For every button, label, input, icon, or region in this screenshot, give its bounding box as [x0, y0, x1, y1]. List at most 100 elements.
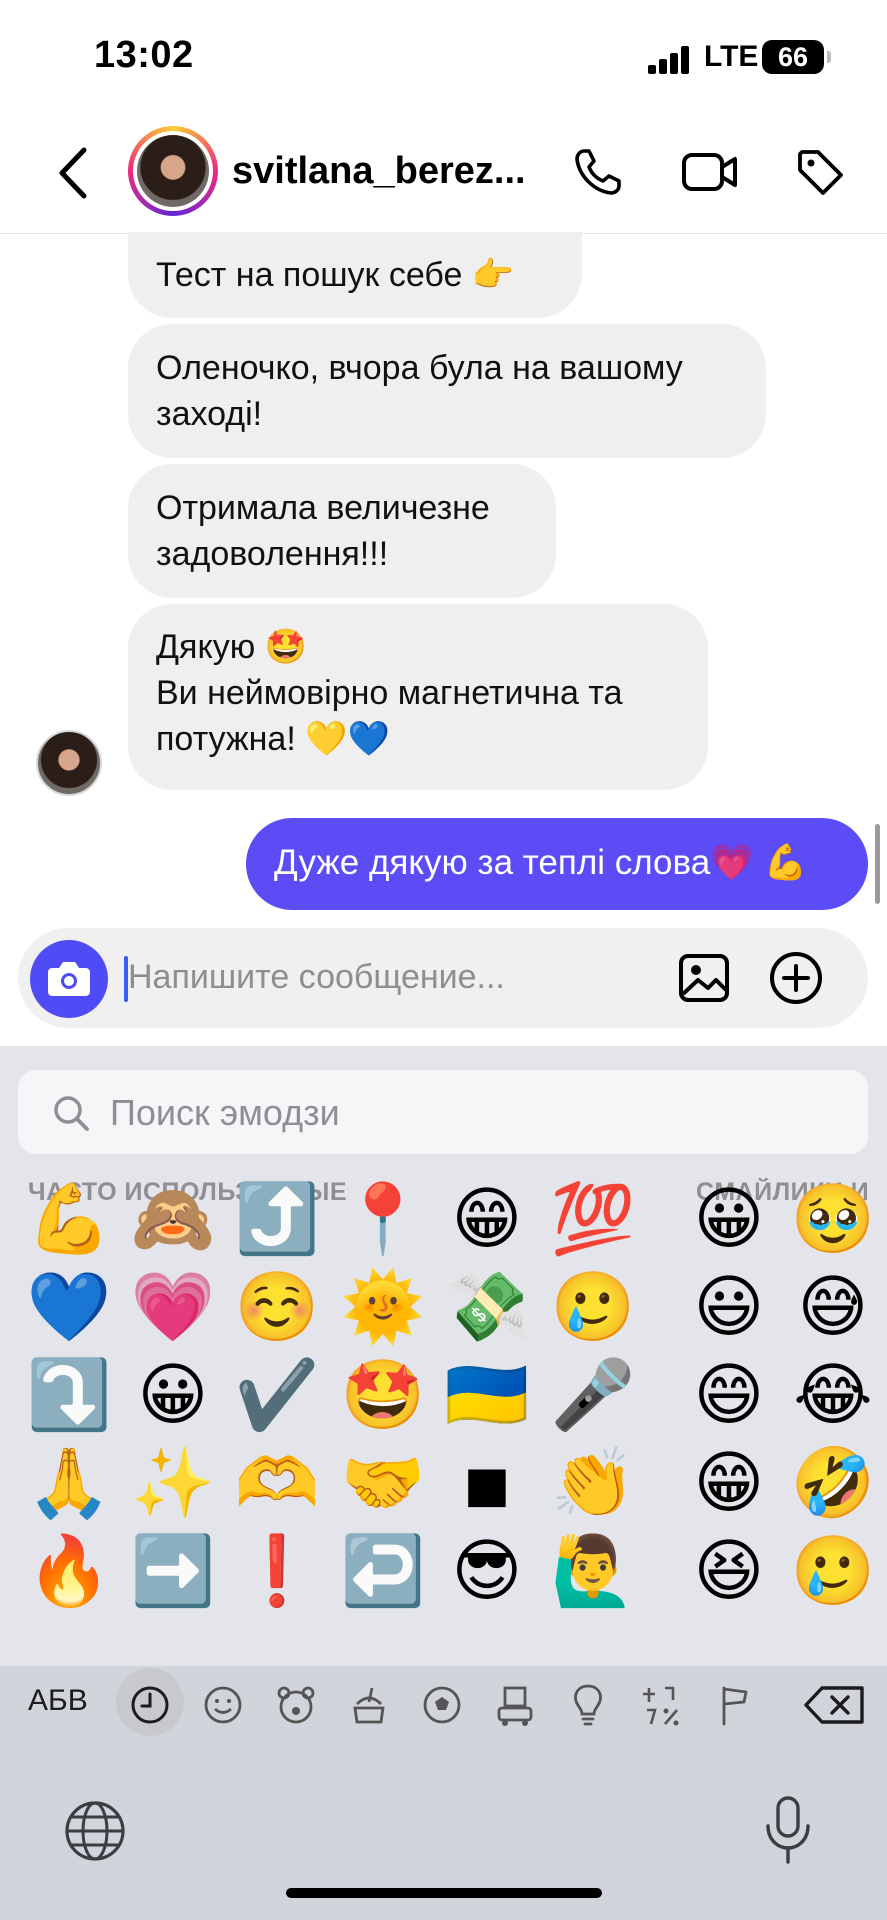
gallery-button[interactable] — [676, 950, 732, 1006]
emoji-key[interactable]: 😃 — [684, 1266, 774, 1350]
emoji-key[interactable]: 🎤 — [548, 1354, 638, 1438]
outgoing-message-bubble[interactable]: Дуже дякую за теплі слова💗 💪 — [246, 818, 868, 910]
emoji-key[interactable]: ☺️ — [232, 1266, 322, 1350]
call-button[interactable] — [572, 146, 624, 198]
emoji-key[interactable]: 💸 — [442, 1266, 532, 1350]
emoji-key[interactable]: 💗 — [128, 1266, 218, 1350]
message-input[interactable]: Напишите сообщение... — [128, 958, 505, 997]
message-text: Дуже дякую за теплі слова💗 💪 — [274, 843, 808, 882]
message-bubble[interactable]: Оленочко, вчора була на вашому заході! — [128, 324, 766, 458]
chat-username[interactable]: svitlana_berez... — [232, 150, 542, 193]
lightbulb-icon — [574, 1684, 602, 1726]
message-bubble[interactable]: Отримала величезне задоволення!!! — [128, 464, 556, 598]
camera-icon — [48, 962, 90, 996]
emoji-key[interactable]: ↩️ — [338, 1530, 428, 1614]
emoji-key[interactable]: 😁 — [442, 1178, 532, 1262]
tag-icon — [798, 150, 843, 195]
category-travel[interactable] — [485, 1680, 545, 1730]
emoji-key[interactable]: 😂 — [788, 1354, 878, 1438]
emoji-key[interactable]: 🌞 — [338, 1266, 428, 1350]
home-indicator[interactable] — [286, 1888, 602, 1898]
emoji-search-input[interactable]: Поиск эмодзи — [110, 1092, 340, 1134]
message-bubble[interactable]: Тест на пошук себе 👉 — [128, 232, 582, 318]
video-camera-icon — [682, 153, 737, 191]
message-text: Отримала величезне — [156, 489, 490, 527]
plus-circle-icon — [770, 952, 822, 1004]
emoji-key[interactable]: ✔️ — [232, 1354, 322, 1438]
message-bubble[interactable]: Дякую 🤩 Ви неймовірно магнетична та поту… — [128, 604, 708, 790]
camera-button[interactable] — [30, 940, 108, 1018]
building-car-icon — [497, 1686, 533, 1726]
emoji-key[interactable]: 🥲 — [548, 1266, 638, 1350]
emoji-key[interactable]: ✨ — [128, 1442, 218, 1526]
category-objects[interactable] — [558, 1680, 618, 1730]
chevron-left-icon — [59, 147, 87, 199]
emoji-key[interactable]: 📍 — [338, 1178, 428, 1262]
signal-icon — [648, 46, 692, 74]
emoji-key[interactable]: ➡️ — [128, 1530, 218, 1614]
message-text: задоволення!!! — [156, 535, 389, 573]
category-recent[interactable] — [120, 1680, 180, 1730]
category-animals[interactable] — [266, 1680, 326, 1730]
emoji-key[interactable]: 😀 — [128, 1354, 218, 1438]
emoji-key[interactable]: 💙 — [24, 1266, 114, 1350]
dictation-key[interactable] — [760, 1794, 816, 1866]
emoji-key[interactable]: 🥲 — [788, 1530, 878, 1614]
category-symbols[interactable] — [631, 1680, 691, 1730]
category-flags[interactable] — [704, 1680, 764, 1730]
emoji-key[interactable]: 👏 — [548, 1442, 638, 1526]
globe-icon — [65, 1801, 125, 1861]
emoji-key[interactable]: 😀 — [684, 1178, 774, 1262]
image-icon — [679, 954, 729, 1002]
food-icon — [353, 1687, 385, 1724]
bear-icon — [277, 1686, 315, 1724]
phone-icon — [575, 149, 621, 195]
emoji-key[interactable]: ⤴️ — [232, 1178, 322, 1262]
globe-key[interactable] — [62, 1798, 128, 1864]
emoji-key[interactable]: 😅 — [788, 1266, 878, 1350]
emoji-key[interactable]: 🥹 — [788, 1178, 878, 1262]
emoji-key[interactable]: 🙈 — [128, 1178, 218, 1262]
emoji-key[interactable]: 🫶 — [232, 1442, 322, 1526]
emoji-key[interactable]: ❗ — [232, 1530, 322, 1614]
video-call-button[interactable] — [680, 146, 740, 198]
sender-avatar[interactable] — [36, 730, 102, 796]
back-button[interactable] — [52, 146, 96, 200]
message-text: Ви неймовірно магнетична та — [156, 674, 623, 712]
symbols-icon — [643, 1686, 679, 1726]
category-activity[interactable] — [412, 1680, 472, 1730]
emoji-key[interactable]: 🙏 — [24, 1442, 114, 1526]
category-smileys[interactable] — [193, 1680, 253, 1730]
scrollbar[interactable] — [875, 824, 880, 904]
emoji-key[interactable]: 🤣 — [788, 1442, 878, 1526]
smiley-icon — [204, 1686, 242, 1724]
emoji-key[interactable]: 💯 — [548, 1178, 638, 1262]
emoji-key[interactable]: 🙋‍♂️ — [548, 1530, 638, 1614]
emoji-key[interactable]: 😁 — [684, 1442, 774, 1526]
emoji-key[interactable]: 😆 — [684, 1530, 774, 1614]
network-type: LTE — [704, 40, 759, 73]
emoji-key[interactable]: 🇺🇦 — [442, 1354, 532, 1438]
backspace-icon — [804, 1686, 864, 1724]
flag-icon — [722, 1686, 748, 1726]
add-button[interactable] — [768, 950, 824, 1006]
emoji-key[interactable]: 💪 — [24, 1178, 114, 1262]
emoji-key[interactable]: 🤝 — [338, 1442, 428, 1526]
category-food[interactable] — [339, 1680, 399, 1730]
header-avatar[interactable] — [128, 126, 218, 216]
message-text: заході! — [156, 395, 263, 433]
abc-key[interactable]: АБВ — [28, 1684, 88, 1718]
message-text: Оленочко, вчора була на вашому — [156, 349, 683, 387]
delete-key[interactable] — [800, 1680, 870, 1730]
tag-button[interactable] — [794, 146, 846, 198]
emoji-key[interactable]: 🤩 — [338, 1354, 428, 1438]
emoji-key[interactable]: 😄 — [684, 1354, 774, 1438]
clock-icon — [131, 1686, 169, 1724]
emoji-key[interactable]: ◾ — [442, 1442, 532, 1526]
message-text: Дякую 🤩 — [156, 628, 307, 666]
emoji-key[interactable]: 🔥 — [24, 1530, 114, 1614]
emoji-key[interactable]: 😎 — [442, 1530, 532, 1614]
soccer-ball-icon — [423, 1686, 461, 1724]
microphone-icon — [766, 1796, 810, 1864]
emoji-key[interactable]: ⤵️ — [24, 1354, 114, 1438]
